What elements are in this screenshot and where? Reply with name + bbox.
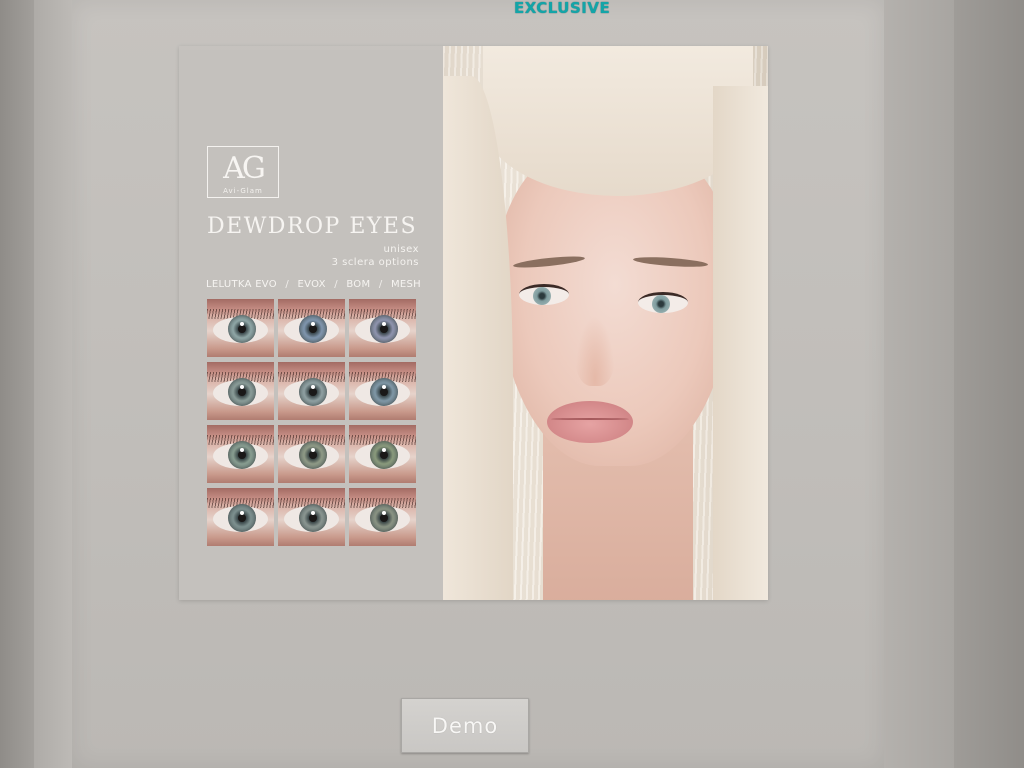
eye-glint xyxy=(382,385,386,389)
wall-far-right xyxy=(954,0,1024,768)
iris-right xyxy=(652,295,670,313)
eye-swatch-grid xyxy=(207,299,417,546)
demo-button[interactable]: Demo xyxy=(401,698,529,753)
pupil xyxy=(238,451,246,459)
eye-glint xyxy=(311,322,315,326)
pupil xyxy=(380,451,388,459)
wall-inner-left xyxy=(34,0,72,768)
pupil xyxy=(238,514,246,522)
compatibility-row: LELUTKA EVO / EVOX / BOM / MESH xyxy=(206,279,421,290)
pupil xyxy=(238,325,246,333)
compat-separator: / xyxy=(378,279,383,290)
brand-logo: AG Avi-Glam xyxy=(207,146,279,198)
eye-swatch xyxy=(278,362,345,420)
pupil xyxy=(380,325,388,333)
pupil xyxy=(380,388,388,396)
eye-swatch xyxy=(278,488,345,546)
lip-line xyxy=(551,418,629,420)
product-subtitle-unisex: unisex xyxy=(383,244,419,255)
lips xyxy=(547,401,633,443)
logo-mark: AG xyxy=(223,151,266,186)
wall-left xyxy=(0,0,34,768)
eye-glint xyxy=(311,385,315,389)
eye-left xyxy=(519,284,569,305)
eye-glint xyxy=(382,511,386,515)
eye-glint xyxy=(311,448,315,452)
compat-lelutka: LELUTKA EVO xyxy=(206,279,277,290)
compat-mesh: MESH xyxy=(390,279,421,290)
eye-glint xyxy=(240,448,244,452)
pupil xyxy=(309,451,317,459)
eye-swatch xyxy=(278,425,345,483)
eye-swatch xyxy=(349,362,416,420)
eye-glint xyxy=(382,448,386,452)
eye-swatch xyxy=(349,425,416,483)
compat-separator: / xyxy=(334,279,338,290)
eye-glint xyxy=(311,511,315,515)
eye-swatch xyxy=(349,488,416,546)
eye-swatch xyxy=(207,425,274,483)
product-title: DEWDROP EYES xyxy=(207,214,418,239)
nose xyxy=(575,316,615,386)
compat-separator: / xyxy=(285,279,290,290)
product-subtitle-sclera: 3 sclera options xyxy=(331,257,419,268)
pupil xyxy=(309,514,317,522)
eye-glint xyxy=(240,322,244,326)
eye-swatch xyxy=(278,299,345,357)
eye-swatch xyxy=(349,299,416,357)
product-poster[interactable]: AG Avi-Glam DEWDROP EYES unisex 3 sclera… xyxy=(179,46,768,600)
eye-right xyxy=(638,292,688,313)
eye-swatch xyxy=(207,488,274,546)
eye-glint xyxy=(240,385,244,389)
logo-brand-name: Avi-Glam xyxy=(223,187,263,195)
hair-front-right xyxy=(713,86,768,600)
eye-glint xyxy=(382,322,386,326)
eye-glint xyxy=(240,511,244,515)
eye-swatch xyxy=(207,299,274,357)
poster-info-panel: AG Avi-Glam DEWDROP EYES unisex 3 sclera… xyxy=(179,50,443,600)
exclusive-tag: EXCLUSIVE xyxy=(514,0,611,17)
model-portrait xyxy=(443,46,768,600)
pupil xyxy=(309,388,317,396)
eye-swatch xyxy=(207,362,274,420)
iris-left xyxy=(533,287,551,305)
pupil xyxy=(238,388,246,396)
pupil xyxy=(380,514,388,522)
compat-bom: BOM xyxy=(346,279,371,290)
pupil xyxy=(309,325,317,333)
wall-right xyxy=(884,0,954,768)
compat-evox: EVOX xyxy=(297,279,326,290)
